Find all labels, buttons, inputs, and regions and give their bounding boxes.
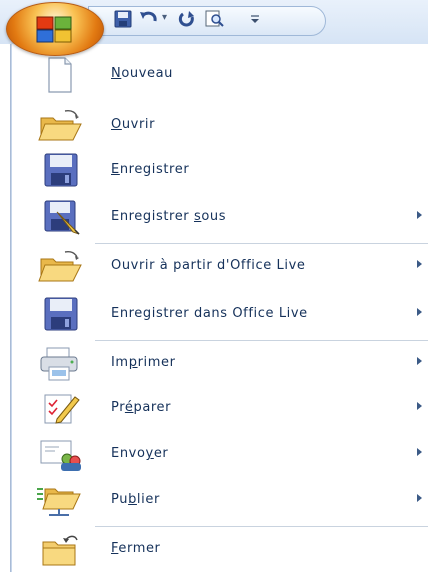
submenu-arrow-icon [417,402,422,410]
menu-separator [95,243,428,244]
menu-item-publier[interactable]: Publier [25,479,428,523]
submenu-arrow-icon [417,357,422,365]
menu-item-enregistrer-sous[interactable]: Enregistrer sous [25,196,428,240]
undo-dropdown-arrow-icon[interactable]: ▾ [162,12,167,23]
submenu-arrow-icon [417,448,422,456]
customize-arrow-icon [251,15,259,23]
undo-icon [140,11,157,22]
menu-item-label: Fermer [111,541,161,556]
menu-item-label: Nouveau [111,66,174,81]
menu-item-ouvrir[interactable]: Ouvrir [25,104,428,148]
undo-button[interactable] [138,8,160,30]
quick-access-toolbar: ▾ [0,0,428,56]
menu-item-enregistrer-office-live[interactable]: Enregistrer dans Office Live [25,293,428,337]
office-button[interactable] [6,2,104,56]
redo-button[interactable] [176,8,198,30]
menu-item-label: Envoyer [111,446,169,461]
save-icon [114,10,132,28]
floppy-disk-icon [44,297,78,331]
send-email-icon [40,440,81,471]
office-menu: Nouveau Ouvrir Enregistrer Enregistrer s… [10,44,428,572]
menu-item-label: Ouvrir à partir d'Office Live [111,258,306,273]
floppy-disk-icon [44,153,78,187]
publish-folder-icon [37,488,81,516]
menu-item-label: Enregistrer dans Office Live [111,306,308,321]
menu-item-label: Imprimer [111,355,176,370]
menu-item-ouvrir-office-live[interactable]: Ouvrir à partir d'Office Live [25,245,428,289]
submenu-arrow-icon [417,308,422,316]
menu-separator [95,526,428,527]
save-as-icon [44,200,80,235]
prepare-document-icon [44,394,80,424]
menu-item-label: Publier [111,492,160,507]
submenu-arrow-icon [417,494,422,502]
menu-item-preparer[interactable]: Préparer [25,387,428,431]
office-logo-icon [36,16,72,43]
printer-icon [40,347,78,381]
menu-item-label: Ouvrir [111,117,156,132]
menu-item-envoyer[interactable]: Envoyer [25,433,428,477]
redo-icon [178,11,194,27]
menu-item-nouveau[interactable]: Nouveau [25,53,428,97]
customize-toolbar-button[interactable] [248,6,262,32]
close-folder-icon [42,535,78,566]
menu-border [11,44,12,572]
open-folder-icon [38,110,82,141]
new-document-icon [48,57,72,93]
menu-item-enregistrer[interactable]: Enregistrer [25,149,428,193]
menu-item-label: Enregistrer sous [111,209,227,224]
menu-separator [95,340,428,341]
save-button[interactable] [112,8,134,30]
menu-item-label: Enregistrer [111,162,190,177]
open-folder-icon [38,251,82,282]
print-preview-button[interactable] [204,8,226,30]
menu-item-imprimer[interactable]: Imprimer [25,342,428,386]
print-preview-icon [205,10,224,27]
menu-item-fermer[interactable]: Fermer [25,528,428,572]
submenu-arrow-icon [417,211,422,219]
menu-item-label: Préparer [111,400,172,415]
submenu-arrow-icon [417,260,422,268]
